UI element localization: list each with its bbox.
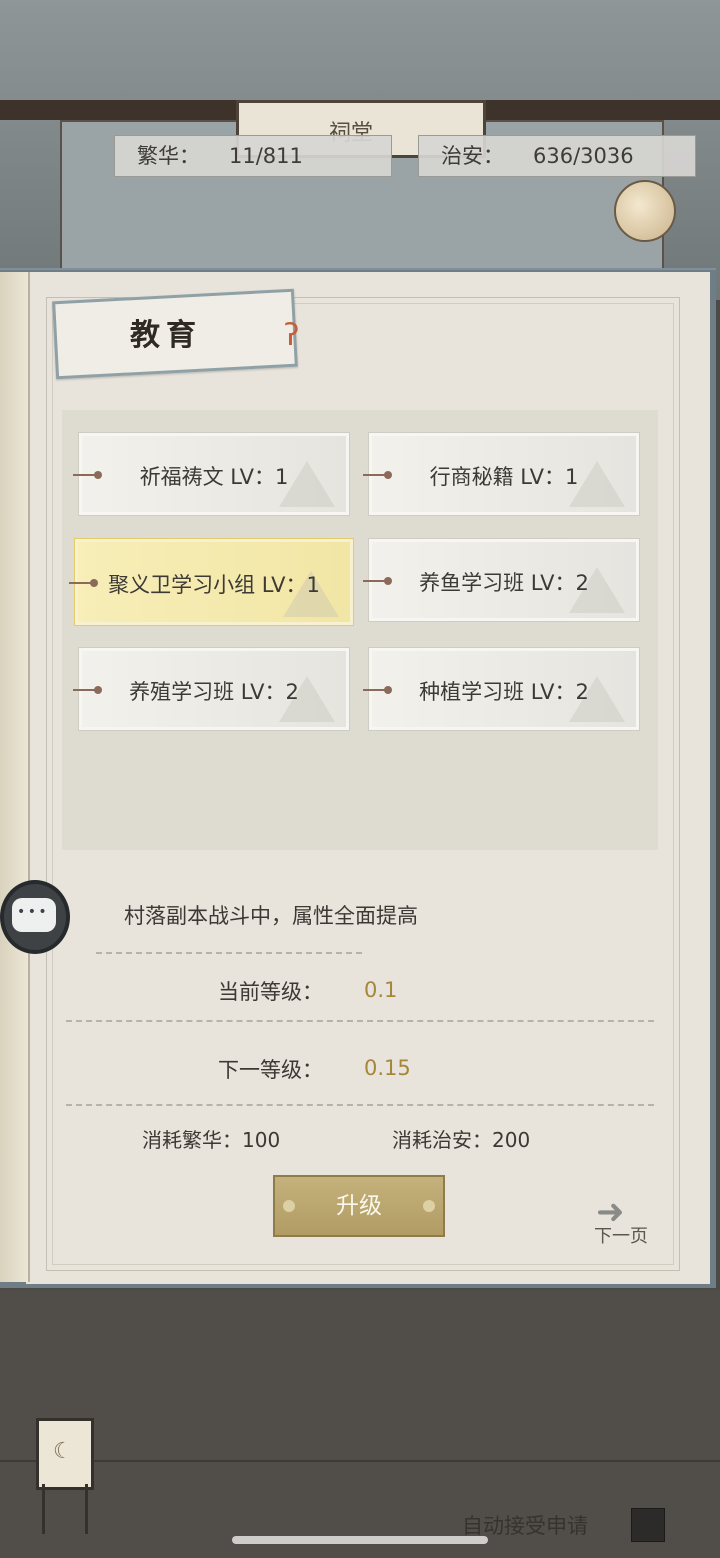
skill-card-prayer[interactable]: 祈福祷文 LV：1 [73,432,350,516]
skill-card-trade[interactable]: 行商秘籍 LV：1 [363,432,640,516]
cost-security-value: 200 [492,1128,531,1152]
chat-bubble-icon [12,898,56,932]
cost-prosperity: 消耗繁华：100 [142,1124,280,1153]
book-spine [0,272,30,1282]
skill-card-breeding[interactable]: 养殖学习班 LV：2 [73,647,350,731]
current-level-value: 0.1 [364,978,398,1002]
cost-prosperity-label: 消耗繁华： [142,1128,242,1152]
divider [96,952,362,955]
cost-prosperity-value: 100 [242,1128,281,1152]
floor-background [0,1290,720,1558]
skill-label: 养鱼学习班 LV：2 [419,571,589,595]
security-label: 治安： [441,144,504,168]
prosperity-label: 繁华： [137,144,200,168]
next-level-value: 0.15 [364,1056,411,1080]
floor-divider [0,1460,720,1462]
next-page-button[interactable]: ➜ 下一页 [592,1192,660,1248]
security-value: 636/3036 [533,144,634,168]
skill-label: 聚义卫学习小组 LV：1 [108,573,320,597]
divider [66,1104,654,1107]
home-indicator[interactable] [232,1536,488,1544]
next-page-label: 下一页 [594,1226,648,1247]
skill-label: 行商秘籍 LV：1 [429,465,579,489]
next-level-label: 下一等级： [218,1058,323,1082]
floor-lamp-icon: ☾ [36,1418,94,1490]
auto-accept-checkbox[interactable] [631,1508,665,1542]
skill-description: 村落副本战斗中，属性全面提高 [124,904,418,928]
knot-icon: ʔ [284,318,300,353]
moon-icon: ☾ [53,1439,73,1464]
prosperity-value: 11/811 [229,144,303,168]
skill-card-fish-farming[interactable]: 养鱼学习班 LV：2 [363,538,640,622]
cost-security: 消耗治安：200 [392,1124,530,1153]
skill-card-guard-study[interactable]: 聚义卫学习小组 LV：1 [69,538,354,626]
lantern-icon [614,180,676,242]
upgrade-button[interactable]: 升级 [273,1175,445,1237]
current-level-label: 当前等级： [218,980,323,1004]
security-stat: 治安： 636/3036 [418,135,696,177]
prosperity-stat: 繁华： 11/811 [114,135,392,177]
divider [66,1020,654,1023]
skill-label: 养殖学习班 LV：2 [129,680,299,704]
floor-lamp-stand [42,1484,88,1534]
cost-security-label: 消耗治安： [392,1128,492,1152]
panel-title: 教育 [130,318,202,353]
skill-card-planting[interactable]: 种植学习班 LV：2 [363,647,640,731]
skill-label: 祈福祷文 LV：1 [139,465,289,489]
skill-label: 种植学习班 LV：2 [419,680,589,704]
chat-button[interactable] [0,880,70,954]
